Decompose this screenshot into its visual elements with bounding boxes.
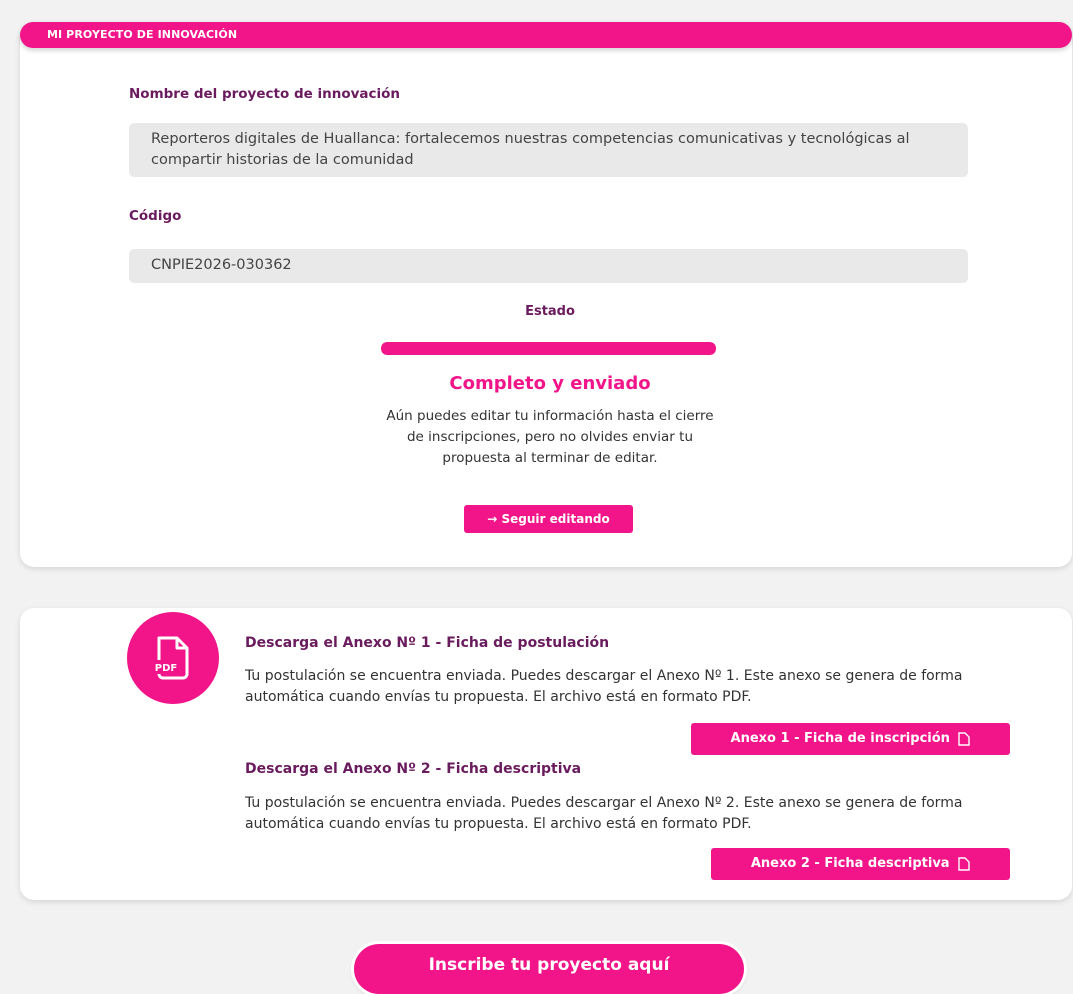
annex1-description: Tu postulación se encuentra enviada. Pue… [245, 668, 963, 705]
pdf-document-icon: PDF [153, 636, 189, 680]
annex2-description: Tu postulación se encuentra enviada. Pue… [245, 795, 963, 832]
status-description: Aún puedes editar tu información hasta e… [386, 408, 714, 466]
document-icon [958, 856, 970, 871]
status-progress-fill [381, 342, 716, 355]
annex2-download-button[interactable]: Anexo 2 - Ficha descriptiva [711, 848, 1010, 880]
project-code-label: Código [129, 208, 182, 224]
pdf-icon: PDF [127, 612, 219, 704]
status-progress-bar [381, 342, 716, 355]
status-label: Estado [525, 304, 575, 319]
project-code-field: CNPIE2026-030362 [129, 249, 968, 283]
annex2-button-label: Anexo 2 - Ficha descriptiva [750, 856, 950, 871]
project-card [20, 22, 1072, 567]
annex1-download-button[interactable]: Anexo 1 - Ficha de inscripción [691, 723, 1010, 755]
section-header-title: MI PROYECTO DE INNOVACIÓN [47, 28, 238, 41]
status-title: Completo y enviado [449, 373, 651, 394]
project-name-field: Reporteros digitales de Huallanca: forta… [129, 123, 968, 177]
annex2-title: Descarga el Anexo Nº 2 - Ficha descripti… [245, 761, 582, 777]
pdf-icon-label: PDF [155, 663, 177, 674]
annex1-button-label: Anexo 1 - Ficha de inscripción [730, 731, 950, 746]
document-icon [958, 731, 971, 746]
project-name-label: Nombre del proyecto de innovación [129, 86, 401, 102]
continue-editing-button[interactable]: → Seguir editando [464, 505, 633, 533]
section-header: MI PROYECTO DE INNOVACIÓN [20, 22, 1072, 48]
register-project-button[interactable]: Inscribe tu proyecto aquí [354, 944, 744, 994]
annex1-title: Descarga el Anexo Nº 1 - Ficha de postul… [245, 635, 610, 651]
